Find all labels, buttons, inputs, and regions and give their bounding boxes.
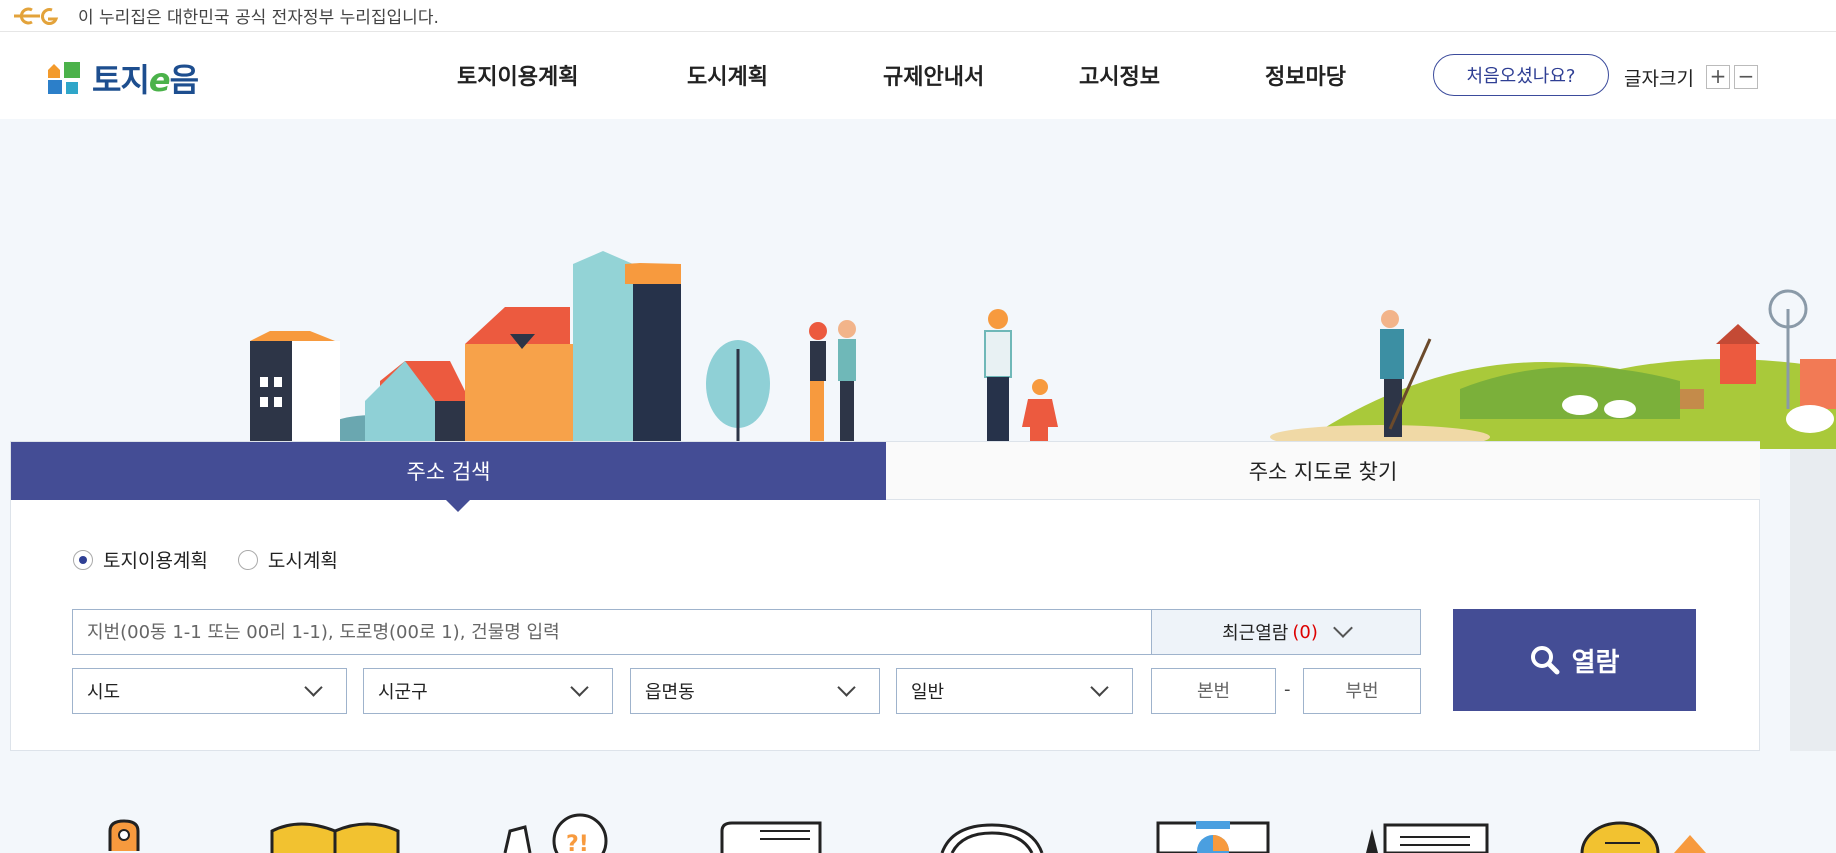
nav-urban-plan[interactable]: 도시계획	[687, 59, 883, 91]
first-visit-button[interactable]: 처음오셨나요?	[1433, 54, 1609, 96]
land-type-select-value: 일반	[911, 682, 945, 703]
nav-land-use-plan[interactable]: 토지이용계획	[457, 59, 687, 91]
quick-menu-area: ?!	[0, 751, 1836, 853]
nav-regulation-guide[interactable]: 규제안내서	[883, 59, 1079, 91]
font-increase-button[interactable]: +	[1706, 65, 1730, 89]
svg-text:?!: ?!	[566, 832, 589, 853]
sido-select-value: 시도	[87, 682, 121, 703]
book-icon	[270, 822, 400, 853]
quick-menu-icons: ?!	[108, 813, 1706, 853]
logo-text-a: 토지	[92, 61, 150, 99]
recent-views-dropdown[interactable]: 최근열람 (0)	[1151, 609, 1421, 655]
main-nav: 토지이용계획 도시계획 규제안내서 고시정보 정보마당	[457, 59, 1385, 91]
radio-land-use-plan[interactable]: 토지이용계획	[73, 546, 208, 573]
circle-icon	[940, 823, 1044, 853]
farm-illustration	[1270, 289, 1836, 449]
sub-lot-number-input[interactable]	[1303, 668, 1421, 714]
tab-address-map[interactable]: 주소 지도로 찾기	[886, 442, 1760, 500]
land-type-select[interactable]: 일반	[896, 668, 1133, 714]
chart-board-icon	[1156, 821, 1270, 853]
document-icon	[720, 821, 822, 853]
eupmyeondong-select-value: 읍면동	[645, 682, 695, 703]
tab-address-search[interactable]: 주소 검색	[11, 442, 886, 512]
sido-select[interactable]: 시도	[72, 668, 347, 714]
chat-bubble-icon	[1580, 821, 1706, 853]
city-illustration	[250, 251, 770, 459]
hand-question-icon: ?!	[503, 813, 608, 853]
font-size-label: 글자크기	[1624, 68, 1694, 90]
radio-label: 토지이용계획	[103, 550, 208, 572]
site-logo[interactable]: 토지e음	[46, 55, 199, 101]
sigungu-select[interactable]: 시군구	[363, 668, 613, 714]
main-lot-number-input[interactable]	[1151, 668, 1276, 714]
map-pin-icon	[108, 819, 140, 851]
plan-type-radio-group: 토지이용계획 도시계획	[73, 546, 368, 573]
lot-number-dash: -	[1284, 679, 1291, 700]
radio-checked-icon	[73, 549, 93, 570]
recent-views-count: (0)	[1292, 621, 1318, 643]
radio-label: 도시계획	[267, 550, 338, 572]
logo-text-e: e	[148, 61, 171, 99]
chevron-down-icon	[837, 678, 856, 697]
recent-views-label: 최근열람	[1222, 623, 1289, 644]
gov-banner: 이 누리집은 대한민국 공식 전자정부 누리집입니다.	[0, 0, 1836, 32]
header: 토지e음 토지이용계획 도시계획 규제안내서 고시정보 정보마당 처음오셨나요?…	[0, 33, 1836, 119]
nav-notice-info[interactable]: 고시정보	[1079, 59, 1265, 91]
view-search-button[interactable]: 열람	[1453, 609, 1696, 711]
gov-banner-text: 이 누리집은 대한민국 공식 전자정부 누리집입니다.	[78, 8, 439, 28]
font-decrease-button[interactable]: −	[1734, 65, 1758, 89]
logo-mark-icon	[48, 62, 80, 94]
chevron-down-icon	[570, 678, 589, 697]
chevron-down-icon	[304, 678, 323, 697]
eg-logo-icon	[14, 7, 59, 25]
sigungu-select-value: 시군구	[378, 682, 428, 703]
logo-text-b: 음	[169, 61, 199, 99]
radio-unchecked-icon	[237, 549, 258, 570]
view-search-button-label: 열람	[1571, 647, 1620, 678]
notice-board-icon	[1366, 823, 1489, 853]
chevron-down-icon	[1090, 678, 1109, 697]
eupmyeondong-select[interactable]: 읍면동	[630, 668, 880, 714]
chevron-down-icon	[1332, 618, 1353, 638]
search-icon	[1530, 646, 1560, 675]
people-illustration	[809, 309, 1058, 441]
address-search-input[interactable]	[72, 609, 1152, 655]
nav-info-square[interactable]: 정보마당	[1265, 59, 1385, 91]
radio-urban-plan[interactable]: 도시계획	[237, 546, 338, 573]
